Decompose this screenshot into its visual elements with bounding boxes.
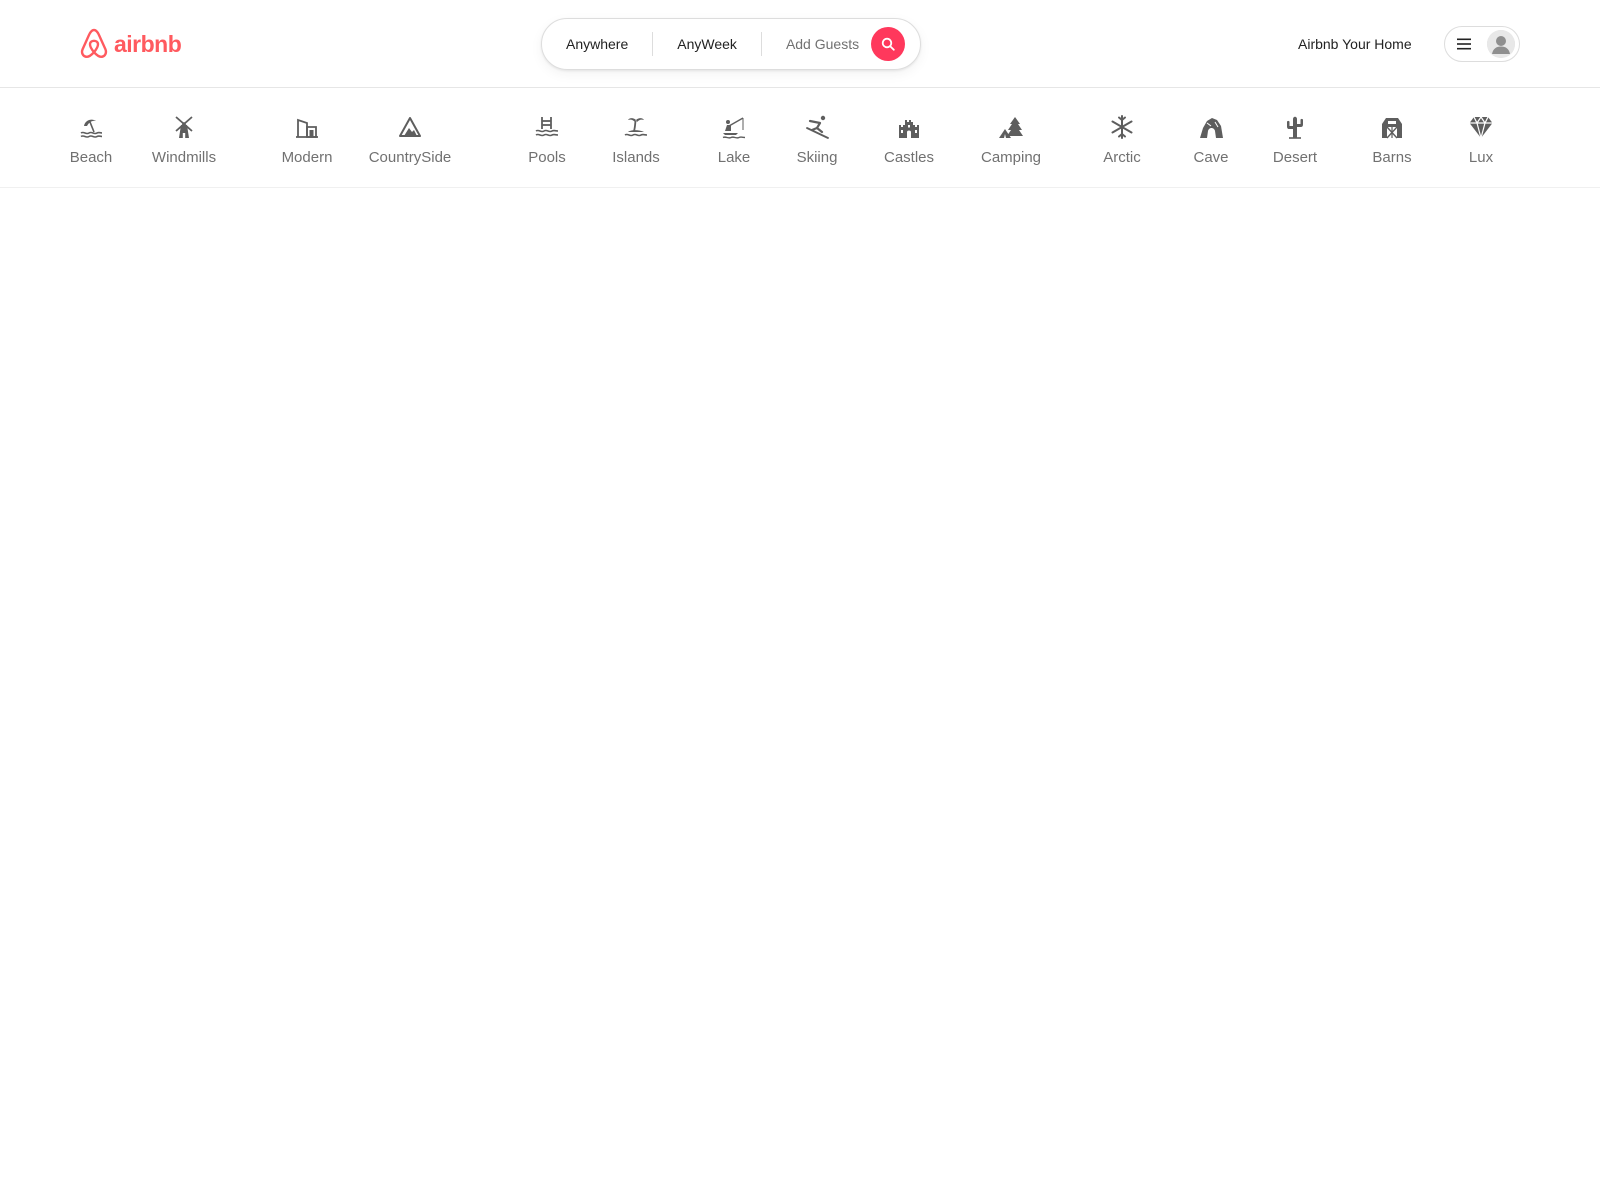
category-label: CountrySide: [368, 149, 452, 166]
category-label: Cave: [1193, 149, 1229, 166]
category-pools[interactable]: Pools: [528, 114, 566, 174]
category-label: Barns: [1372, 149, 1412, 166]
cactus-icon: [1287, 116, 1303, 139]
category-label: Camping: [980, 149, 1042, 166]
search-button[interactable]: [871, 27, 906, 61]
category-label: Desert: [1272, 149, 1318, 166]
search-where-button[interactable]: Anywhere: [542, 37, 652, 51]
user-menu-button[interactable]: [1444, 26, 1520, 62]
category-lux[interactable]: Lux: [1468, 114, 1494, 174]
host-your-home-link[interactable]: Airbnb Your Home: [1298, 34, 1412, 54]
category-cave[interactable]: Cave: [1193, 114, 1229, 174]
snowflake-icon: [1111, 115, 1133, 139]
category-modern[interactable]: Modern: [281, 114, 333, 174]
search-icon: [881, 37, 895, 51]
category-label: Beach: [69, 149, 113, 166]
category-label: Pools: [528, 149, 566, 166]
category-label: Skiing: [796, 149, 838, 166]
category-skiing[interactable]: Skiing: [796, 114, 838, 174]
lake-fishing-icon: [722, 117, 746, 139]
category-label: Islands: [612, 149, 660, 166]
avatar: [1487, 30, 1515, 58]
brand-name: airbnb: [114, 30, 182, 57]
search-when-button[interactable]: AnyWeek: [653, 37, 761, 51]
category-label: Lux: [1468, 149, 1494, 166]
category-bar: Beach Windmills Modern CountrySide Pools…: [0, 88, 1600, 188]
beach-umbrella-icon: [80, 119, 103, 138]
cave-icon: [1200, 118, 1223, 138]
skier-icon: [806, 115, 829, 139]
category-camping[interactable]: Camping: [981, 114, 1041, 174]
category-label: Castles: [883, 149, 935, 166]
category-label: Windmills: [151, 149, 217, 166]
category-arctic[interactable]: Arctic: [1103, 114, 1141, 174]
category-desert[interactable]: Desert: [1273, 114, 1317, 174]
camping-tent-icon: [999, 117, 1023, 138]
pool-ladder-icon: [535, 117, 559, 137]
category-barns[interactable]: Barns: [1372, 114, 1412, 174]
category-lake[interactable]: Lake: [717, 114, 751, 174]
airbnb-logo-icon: [80, 28, 108, 58]
category-beach[interactable]: Beach: [69, 114, 113, 174]
category-label: Arctic: [1103, 149, 1141, 166]
top-navbar: airbnb Anywhere AnyWeek Add Guests Airbn…: [0, 0, 1600, 88]
search-bar[interactable]: Anywhere AnyWeek Add Guests: [541, 18, 921, 70]
category-islands[interactable]: Islands: [612, 114, 660, 174]
category-label: Lake: [717, 149, 751, 166]
windmill-icon: [175, 116, 193, 138]
hamburger-icon: [1457, 38, 1471, 50]
barn-icon: [1382, 118, 1402, 139]
user-avatar-icon: [1487, 30, 1515, 58]
castle-icon: [899, 120, 919, 138]
mountain-icon: [398, 117, 421, 137]
category-windmills[interactable]: Windmills: [152, 114, 216, 174]
category-label: Modern: [281, 149, 333, 166]
category-castles[interactable]: Castles: [884, 114, 934, 174]
airbnb-logo[interactable]: airbnb: [78, 26, 182, 62]
category-countryside[interactable]: CountrySide: [368, 114, 452, 174]
modern-house-icon: [295, 118, 318, 138]
search-guests-button[interactable]: Add Guests: [762, 37, 871, 51]
island-palm-icon: [624, 118, 648, 137]
diamond-icon: [1469, 115, 1493, 139]
